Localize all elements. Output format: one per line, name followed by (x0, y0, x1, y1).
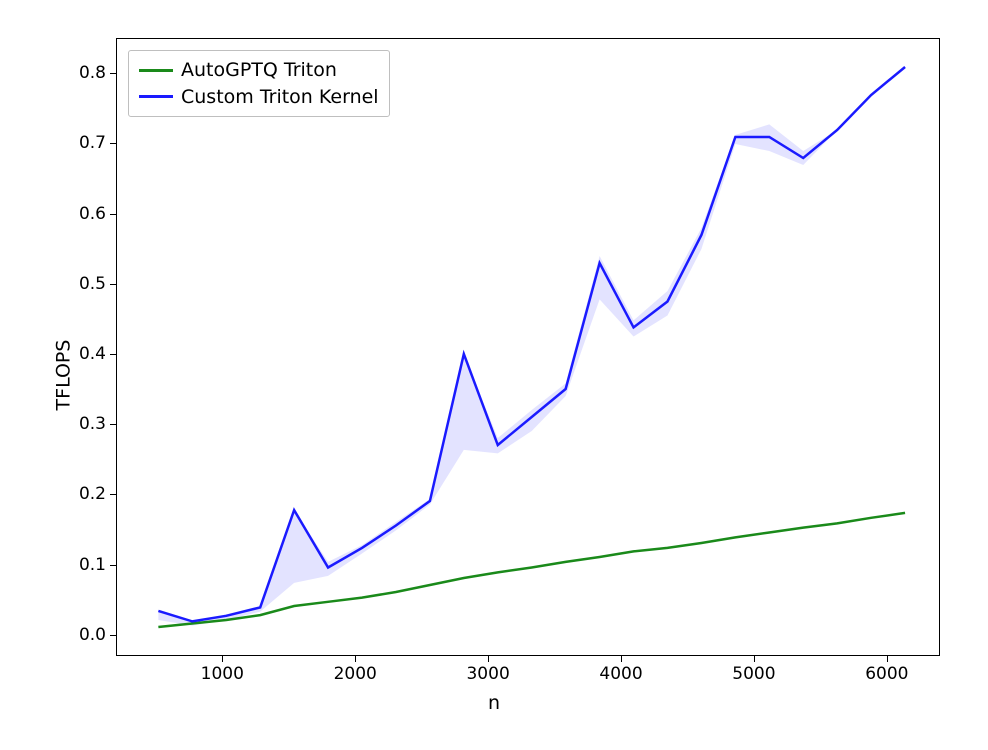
xtick-label: 4000 (599, 664, 642, 684)
xtick-label: 1000 (201, 664, 244, 684)
legend-item-custom: Custom Triton Kernel (139, 84, 379, 111)
xtick-label: 3000 (466, 664, 509, 684)
plot-svg (117, 39, 939, 655)
ytick-label: 0.0 (66, 625, 106, 645)
ytick (110, 73, 116, 74)
ytick (110, 424, 116, 425)
x-axis-label: n (488, 692, 500, 714)
legend-item-autogptq: AutoGPTQ Triton (139, 57, 379, 84)
xtick (754, 656, 755, 662)
series-line-autogptq (158, 513, 905, 627)
ytick-label: 0.4 (66, 344, 106, 364)
legend-swatch-green (139, 69, 173, 72)
ytick (110, 284, 116, 285)
ytick (110, 635, 116, 636)
ytick-label: 0.8 (66, 63, 106, 83)
xtick-label: 6000 (865, 664, 908, 684)
legend: AutoGPTQ Triton Custom Triton Kernel (128, 50, 390, 117)
xtick-label: 5000 (732, 664, 775, 684)
xtick (222, 656, 223, 662)
ytick (110, 565, 116, 566)
ytick-label: 0.7 (66, 133, 106, 153)
ytick-label: 0.1 (66, 555, 106, 575)
legend-label: AutoGPTQ Triton (181, 57, 337, 84)
xtick (621, 656, 622, 662)
ytick (110, 143, 116, 144)
ytick-label: 0.2 (66, 484, 106, 504)
xtick (488, 656, 489, 662)
ytick-label: 0.6 (66, 204, 106, 224)
ytick (110, 214, 116, 215)
ytick-label: 0.3 (66, 414, 106, 434)
ytick-label: 0.5 (66, 274, 106, 294)
chart-figure: AutoGPTQ Triton Custom Triton Kernel n T… (0, 0, 988, 750)
xtick (887, 656, 888, 662)
plot-area (116, 38, 940, 656)
xtick (355, 656, 356, 662)
ytick (110, 354, 116, 355)
xtick-label: 2000 (334, 664, 377, 684)
legend-swatch-blue (139, 95, 173, 98)
ytick (110, 494, 116, 495)
legend-label: Custom Triton Kernel (181, 84, 379, 111)
